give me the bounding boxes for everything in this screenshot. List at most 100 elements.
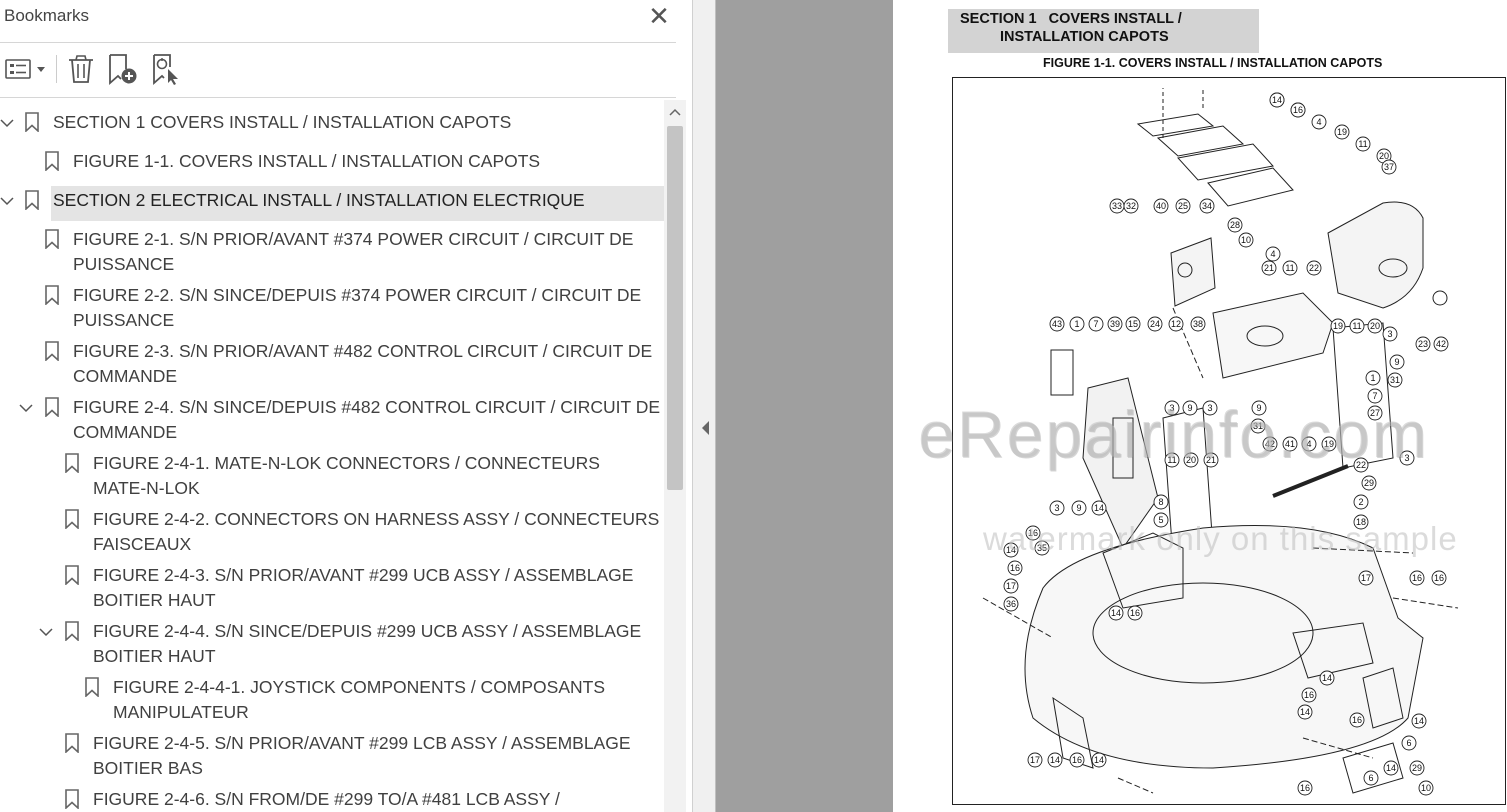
callout-number: 14 xyxy=(1094,503,1104,513)
bookmark-label-cont: BOITIER HAUT xyxy=(93,646,216,666)
bookmark-label-cont: PUISSANCE xyxy=(73,310,175,330)
bookmark-label: FIGURE 2-3. S/N PRIOR/AVANT #482 CONTROL… xyxy=(73,341,653,361)
callout-number: 9 xyxy=(1076,503,1081,513)
callout-number: 24 xyxy=(1150,319,1160,329)
bookmark-figure-2-2[interactable]: FIGURE 2-2. S/N SINCE/DEPUIS #374 POWER … xyxy=(0,283,660,335)
bookmark-figure-2-4-1[interactable]: FIGURE 2-4-1. MATE-N-LOK CONNECTORS / CO… xyxy=(0,451,660,503)
bookmark-figure-2-4-4-1[interactable]: FIGURE 2-4-4-1. JOYSTICK COMPONENTS / CO… xyxy=(0,675,660,727)
delete-bookmark-button[interactable] xyxy=(66,53,96,85)
bookmark-label: FIGURE 2-4-3. S/N PRIOR/AVANT #299 UCB A… xyxy=(93,565,634,585)
callout-number: 25 xyxy=(1178,201,1188,211)
callout-number: 17 xyxy=(1030,755,1040,765)
panel-header: Bookmarks ✕ xyxy=(0,0,692,42)
callout-number: 38 xyxy=(1193,319,1203,329)
bookmark-figure-2-4-5[interactable]: FIGURE 2-4-5. S/N PRIOR/AVANT #299 LCB A… xyxy=(0,731,660,783)
callout-number: 9 xyxy=(1394,357,1399,367)
bookmark-figure-2-4[interactable]: FIGURE 2-4. S/N SINCE/DEPUIS #482 CONTRO… xyxy=(0,395,660,447)
collapse-panel-icon[interactable] xyxy=(700,420,710,436)
bookmark-label-cont: FAISCEAUX xyxy=(93,534,192,554)
trash-icon xyxy=(69,55,93,83)
bookmark-section-2[interactable]: SECTION 2 ELECTRICAL INSTALL / INSTALLAT… xyxy=(0,188,660,214)
panel-splitter[interactable] xyxy=(692,0,716,812)
panel-title: Bookmarks xyxy=(4,6,90,25)
callout-number: 16 xyxy=(1010,563,1020,573)
bookmark-label: FIGURE 2-4-4-1. JOYSTICK COMPONENTS / CO… xyxy=(113,677,606,697)
callout-number: 16 xyxy=(1304,690,1314,700)
callout-number: 10 xyxy=(1421,783,1431,793)
bookmark-icon xyxy=(65,733,79,753)
callout-number: 28 xyxy=(1230,220,1240,230)
bookmark-label: FIGURE 1-1. COVERS INSTALL / INSTALLATIO… xyxy=(73,151,541,171)
callout-number: 31 xyxy=(1390,375,1400,385)
callout-number: 4 xyxy=(1316,117,1321,127)
callout-number: 33 xyxy=(1112,201,1122,211)
callout-number: 22 xyxy=(1309,263,1319,273)
callout-number: 8 xyxy=(1158,497,1163,507)
callout-number: 1 xyxy=(1370,373,1375,383)
callout-number: 16 xyxy=(1434,573,1444,583)
bookmark-figure-2-4-2[interactable]: FIGURE 2-4-2. CONNECTORS ON HARNESS ASSY… xyxy=(0,507,664,559)
callout-number: 17 xyxy=(1006,581,1016,591)
bookmark-icon xyxy=(65,789,79,809)
find-bookmark-button[interactable] xyxy=(150,53,184,85)
scroll-up-icon[interactable] xyxy=(664,104,686,120)
callout-number: 3 xyxy=(1054,503,1059,513)
callout-number: 39 xyxy=(1110,319,1120,329)
bookmark-icon xyxy=(65,621,79,641)
bookmark-figure-2-1[interactable]: FIGURE 2-1. S/N PRIOR/AVANT #374 POWER C… xyxy=(0,227,660,279)
close-icon[interactable]: ✕ xyxy=(646,2,672,30)
bookmark-label-cont: COMMANDE xyxy=(73,366,178,386)
callout-number: 34 xyxy=(1202,201,1212,211)
figure-title: FIGURE 1-1. COVERS INSTALL / INSTALLATIO… xyxy=(1043,56,1383,70)
bookmark-label-cont: MANIPULATEUR xyxy=(113,702,249,722)
callout-number: 16 xyxy=(1293,105,1303,115)
bookmark-figure-2-3[interactable]: FIGURE 2-3. S/N PRIOR/AVANT #482 CONTROL… xyxy=(0,339,660,391)
bookmark-scrollbar[interactable] xyxy=(664,100,686,812)
bookmarks-panel: Bookmarks ✕ SECTION 1 COVERS INSTALL / I… xyxy=(0,0,692,812)
callout-number: 20 xyxy=(1379,151,1389,161)
section-title-line1: SECTION 1 COVERS INSTALL / xyxy=(960,11,1182,27)
bookmark-figure-2-4-3[interactable]: FIGURE 2-4-3. S/N PRIOR/AVANT #299 UCB A… xyxy=(0,563,660,615)
callout-number: 2 xyxy=(1358,497,1363,507)
callout-number: 23 xyxy=(1418,339,1428,349)
callout-number: 12 xyxy=(1171,319,1181,329)
callout-number: 14 xyxy=(1386,763,1396,773)
callout-number: 40 xyxy=(1156,201,1166,211)
callout-number: 16 xyxy=(1300,783,1310,793)
bookmark-figure-1-1[interactable]: FIGURE 1-1. COVERS INSTALL / INSTALLATIO… xyxy=(0,149,660,175)
scrollbar-thumb[interactable] xyxy=(667,126,683,490)
bookmark-label: FIGURE 2-4-2. CONNECTORS ON HARNESS ASSY… xyxy=(93,509,664,529)
bookmark-label: FIGURE 2-4-5. S/N PRIOR/AVANT #299 LCB A… xyxy=(93,733,631,753)
callout-number: 42 xyxy=(1436,339,1446,349)
callout-number: 10 xyxy=(1241,235,1251,245)
bookmark-label: FIGURE 2-4-1. MATE-N-LOK CONNECTORS / CO… xyxy=(93,453,600,473)
bookmark-label-cont: COMMANDE xyxy=(73,422,178,442)
add-bookmark-button[interactable] xyxy=(106,53,140,85)
callout-number: 29 xyxy=(1364,478,1374,488)
bookmark-section-1[interactable]: SECTION 1 COVERS INSTALL / INSTALLATION … xyxy=(0,110,660,136)
callout-number: 14 xyxy=(1300,707,1310,717)
callout-number: 4 xyxy=(1270,249,1275,259)
chevron-down-icon xyxy=(39,628,53,637)
bookmark-find-icon xyxy=(153,54,178,85)
callout-number: 32 xyxy=(1126,201,1136,211)
options-menu-button[interactable] xyxy=(4,53,46,85)
bookmark-icon xyxy=(45,285,59,305)
bookmark-label: FIGURE 2-2. S/N SINCE/DEPUIS #374 POWER … xyxy=(73,285,642,305)
bookmark-icon xyxy=(45,151,59,171)
callout-number: 19 xyxy=(1337,127,1347,137)
callout-number: 17 xyxy=(1361,573,1371,583)
callout-number: 14 xyxy=(1050,755,1060,765)
callout-number: 14 xyxy=(1272,95,1282,105)
section-header: SECTION 1 COVERS INSTALL / INSTALLATION … xyxy=(948,9,1259,53)
chevron-down-icon xyxy=(0,197,14,206)
bookmark-figure-2-4-4[interactable]: FIGURE 2-4-4. S/N SINCE/DEPUIS #299 UCB … xyxy=(0,619,660,671)
list-options-icon xyxy=(5,59,45,79)
bookmark-figure-2-4-6[interactable]: FIGURE 2-4-6. S/N FROM/DE #299 TO/A #481… xyxy=(0,787,660,812)
chevron-down-icon xyxy=(19,404,33,413)
watermark-main: eRepairinfo.com xyxy=(918,397,1429,471)
bookmark-icon xyxy=(65,565,79,585)
bookmark-label: FIGURE 2-4. S/N SINCE/DEPUIS #482 CONTRO… xyxy=(73,397,661,417)
callout-number: 21 xyxy=(1264,263,1274,273)
bookmark-icon xyxy=(25,112,39,132)
